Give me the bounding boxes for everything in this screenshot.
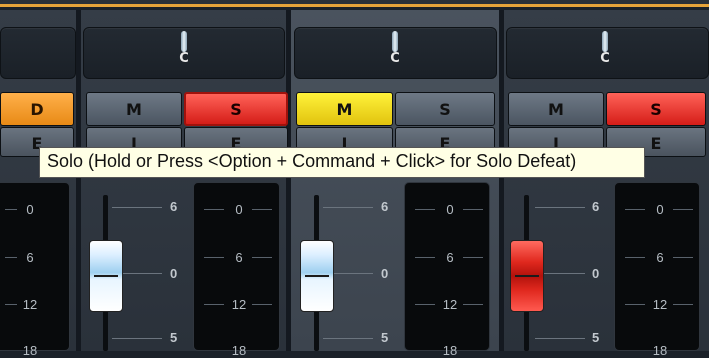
fader-scale-label: 5 xyxy=(170,330,178,345)
pan-control-1[interactable]: C xyxy=(83,27,285,79)
meter-tick xyxy=(463,304,483,305)
meter-tick xyxy=(625,304,645,305)
pan-value-label: C xyxy=(390,51,400,66)
mute-button[interactable]: M xyxy=(508,92,604,126)
meter-tick xyxy=(252,209,272,210)
pan-control-partial[interactable] xyxy=(0,27,76,79)
mute-button[interactable]: M xyxy=(86,92,182,126)
meter-tick xyxy=(204,257,224,258)
level-meter: 0 6 12 18 xyxy=(193,182,280,358)
meter-scale-label: 6 xyxy=(446,250,454,265)
meter-tick xyxy=(625,257,645,258)
meter-tick xyxy=(252,257,272,258)
level-meter: 0 6 12 18 xyxy=(404,182,490,358)
fader-scale-label: 0 xyxy=(170,266,178,281)
meter-tick xyxy=(463,257,483,258)
meter-tick xyxy=(252,304,272,305)
meter-scale-label: 6 xyxy=(26,250,34,265)
fader-scale-tick xyxy=(112,207,162,208)
fader-scale-label: 6 xyxy=(381,199,389,214)
disk-monitor-button[interactable]: D xyxy=(0,92,74,126)
meter-scale-label: 12 xyxy=(652,297,668,312)
fader-scale-label: 6 xyxy=(170,199,178,214)
fader-scale-tick xyxy=(323,207,373,208)
fader-scale-tick xyxy=(112,338,162,339)
fader-scale-tick xyxy=(323,338,373,339)
fader-scale-label: 5 xyxy=(592,330,600,345)
fader-handle-line xyxy=(515,275,539,277)
level-meter: 0 6 12 18 xyxy=(0,182,70,358)
fader-scale-label: 0 xyxy=(381,266,389,281)
fader-scale-label: 0 xyxy=(592,266,600,281)
pan-value-label: C xyxy=(179,51,189,66)
meter-scale-label: 12 xyxy=(442,297,458,312)
meter-tick xyxy=(625,209,645,210)
volume-fader-handle[interactable] xyxy=(89,240,123,312)
meter-tick xyxy=(673,304,693,305)
meter-tick xyxy=(204,304,224,305)
meter-scale-label: 0 xyxy=(446,202,454,217)
volume-fader-handle[interactable] xyxy=(300,240,334,312)
pan-indicator xyxy=(602,31,608,52)
pan-control-2[interactable]: C xyxy=(294,27,497,79)
solo-button[interactable]: S xyxy=(606,92,706,126)
meter-tick xyxy=(463,209,483,210)
level-meter: 0 6 12 18 xyxy=(614,182,700,358)
pan-indicator xyxy=(392,31,398,52)
meter-tick xyxy=(204,209,224,210)
volume-fader-handle[interactable] xyxy=(510,240,544,312)
meter-tick xyxy=(415,209,435,210)
fader-scale-label: 6 xyxy=(592,199,600,214)
meter-scale-label: 12 xyxy=(231,297,247,312)
fader-scale-tick xyxy=(535,207,585,208)
solo-tooltip: Solo (Hold or Press <Option + Command + … xyxy=(39,147,645,178)
meter-tick xyxy=(415,304,435,305)
fader-scale-tick xyxy=(535,338,585,339)
meter-scale-label: 0 xyxy=(26,202,34,217)
meter-tick xyxy=(673,257,693,258)
pan-indicator xyxy=(181,31,187,52)
pan-control-3[interactable]: C xyxy=(506,27,709,79)
fader-scale-label: 5 xyxy=(381,330,389,345)
mute-button[interactable]: M xyxy=(296,92,393,126)
meter-tick xyxy=(415,257,435,258)
fader-handle-line xyxy=(305,275,329,277)
meter-scale-label: 0 xyxy=(235,202,243,217)
meter-scale-label: 6 xyxy=(656,250,664,265)
solo-button[interactable]: S xyxy=(184,92,288,126)
solo-button[interactable]: S xyxy=(395,92,495,126)
pan-value-label: C xyxy=(600,51,610,66)
meter-scale-label: 6 xyxy=(235,250,243,265)
top-accent-line xyxy=(0,0,709,7)
meter-scale-label: 0 xyxy=(656,202,664,217)
fader-handle-line xyxy=(94,275,118,277)
meter-scale-label: 12 xyxy=(22,297,38,312)
meter-tick xyxy=(673,209,693,210)
